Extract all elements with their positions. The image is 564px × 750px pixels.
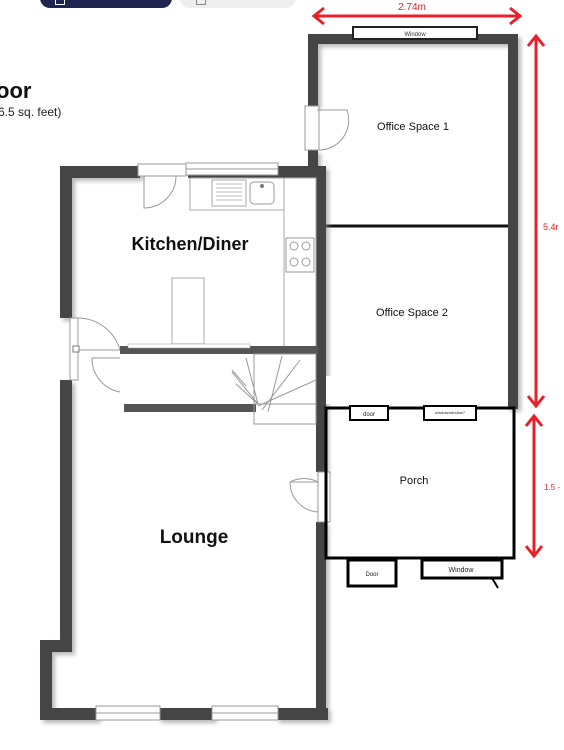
- porch-door-top-left-label: door: [363, 412, 375, 418]
- dimension-width-label: 2.74m: [398, 2, 426, 13]
- house-bottom-wall-left: [40, 708, 98, 720]
- office-patch: [326, 376, 502, 404]
- lounge-door-frame: [317, 471, 331, 523]
- porch-door-top-right-label: window/window?: [435, 410, 466, 415]
- kitchen-hob: [285, 237, 315, 273]
- kitchen-island: [171, 277, 205, 345]
- room-label-office-2: Office Space 2: [376, 307, 448, 319]
- office-door-frame: [304, 105, 320, 151]
- left-door-swing-bottom: [91, 357, 121, 393]
- house-left-wall-upper: [60, 166, 72, 318]
- office-window-label: Window: [404, 32, 426, 38]
- office-wing-walls: [308, 34, 518, 409]
- room-label-kitchen: Kitchen/Diner: [131, 234, 248, 254]
- dimension-office-height-label: 5.4r: [543, 222, 559, 232]
- office-left-wall-upper: [308, 34, 318, 106]
- left-door-swing-top: [77, 317, 121, 351]
- porch-door-bottom-label: Door: [365, 572, 378, 578]
- dimension-office-height: [526, 33, 546, 409]
- kitchen-door-swing: [143, 175, 177, 209]
- dimension-porch-height-label: 1.5 -: [544, 483, 560, 492]
- floor-plan: Window door window/window? Door Window O…: [40, 2, 560, 721]
- house-bottom-wall-mid: [158, 708, 214, 720]
- office-door-swing: [316, 109, 350, 151]
- house-left-wall-lower: [60, 380, 72, 650]
- room-label-office-1: Office Space 1: [377, 121, 449, 133]
- porch-window-bottom-label: Window: [449, 567, 475, 574]
- hall-wall-bottom: [124, 404, 256, 412]
- dimension-porch-height: [524, 413, 544, 559]
- kitchen-door-frame: [137, 163, 187, 177]
- office-right-wall: [508, 34, 518, 409]
- lounge-door-swing: [289, 478, 319, 483]
- staircase: [231, 353, 317, 425]
- room-label-porch: Porch: [400, 475, 429, 487]
- room-label-lounge: Lounge: [160, 527, 229, 548]
